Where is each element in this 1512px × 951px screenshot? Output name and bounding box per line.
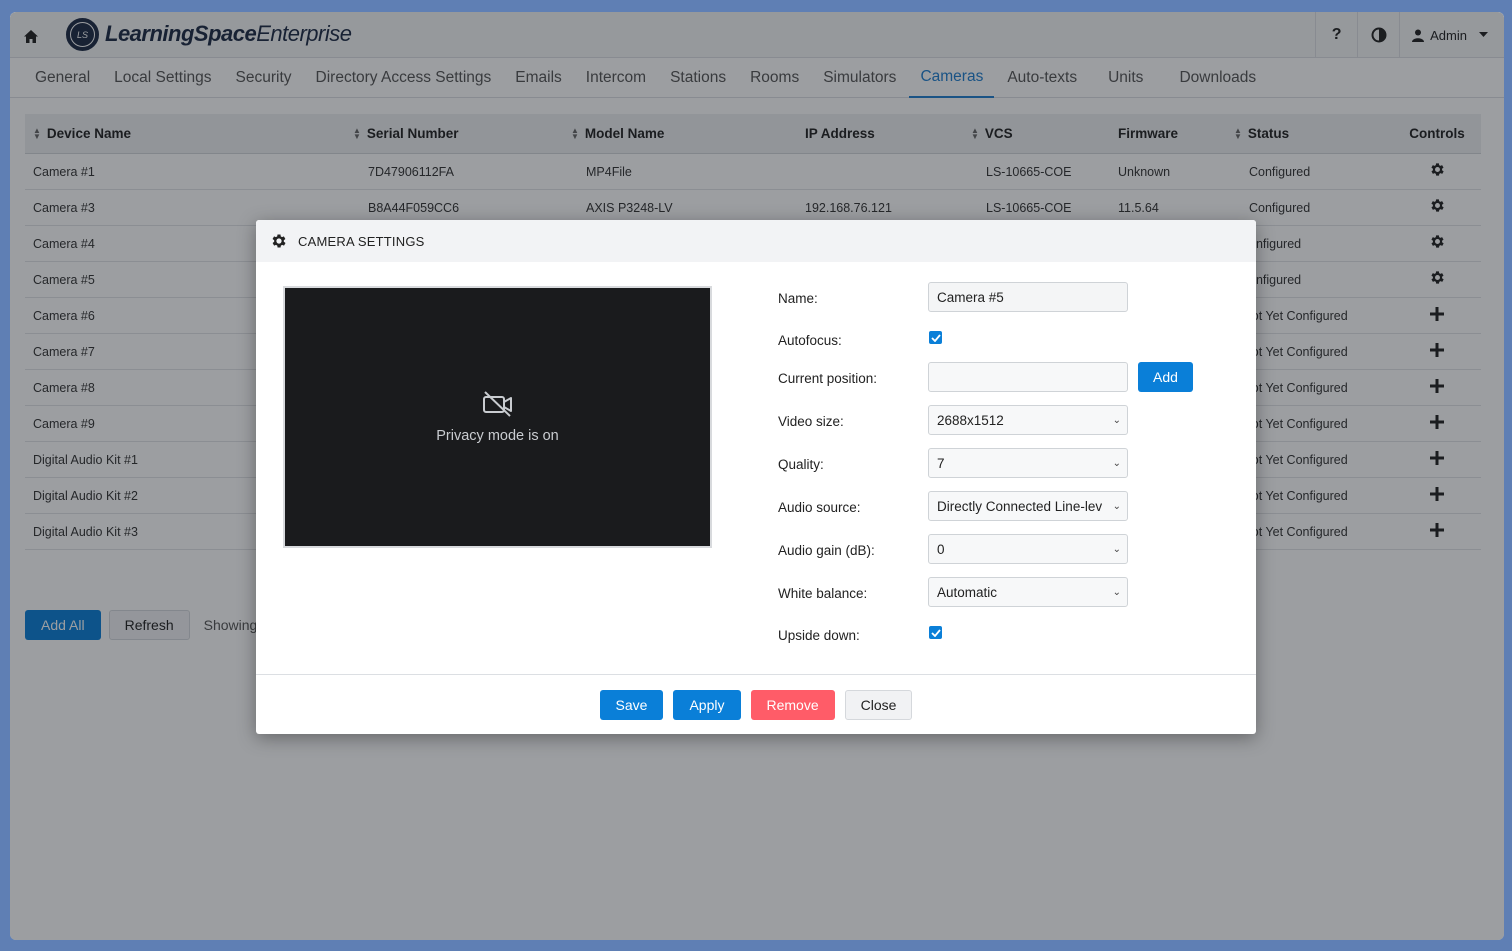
video-size-value: 2688x1512 <box>937 412 1004 428</box>
add-position-button[interactable]: Add <box>1138 362 1193 392</box>
name-input[interactable]: Camera #5 <box>928 282 1128 312</box>
check-icon <box>930 628 941 637</box>
video-off-icon <box>482 391 512 417</box>
chevron-down-icon: ⌄ <box>1112 500 1121 512</box>
field-autofocus-row: Autofocus: <box>778 324 1218 356</box>
field-quality-row: Quality: 7 ⌄ <box>778 448 1218 480</box>
upside-down-label: Upside down: <box>778 627 860 643</box>
quality-select[interactable]: 7 ⌄ <box>928 448 1128 478</box>
name-label: Name: <box>778 290 818 306</box>
close-button[interactable]: Close <box>844 689 913 720</box>
dialog-footer: Save Apply Remove Close <box>256 674 1256 734</box>
current-position-input[interactable] <box>928 362 1128 392</box>
autofocus-checkbox[interactable] <box>929 331 942 344</box>
quality-label: Quality: <box>778 456 824 472</box>
quality-value: 7 <box>937 455 945 471</box>
check-icon <box>930 333 941 342</box>
field-position-row: Current position: Add <box>778 362 1218 394</box>
save-button[interactable]: Save <box>599 689 664 720</box>
gear-icon <box>272 234 286 248</box>
dialog-header: CAMERA SETTINGS <box>256 220 1256 262</box>
audio-gain-select[interactable]: 0 ⌄ <box>928 534 1128 564</box>
audio-source-label: Audio source: <box>778 499 861 515</box>
privacy-mode-text: Privacy mode is on <box>436 428 559 444</box>
field-upside-down-row: Upside down: <box>778 619 1218 651</box>
chevron-down-icon: ⌄ <box>1112 543 1121 555</box>
current-position-label: Current position: <box>778 370 878 386</box>
dialog-title: CAMERA SETTINGS <box>298 233 425 249</box>
app-window: LS LearningSpaceEnterprise ? Admin Gener… <box>10 12 1504 940</box>
video-size-label: Video size: <box>778 413 844 429</box>
field-audio-source-row: Audio source: Directly Connected Line-le… <box>778 491 1218 523</box>
audio-gain-value: 0 <box>937 541 945 557</box>
chevron-down-icon: ⌄ <box>1112 457 1121 469</box>
autofocus-label: Autofocus: <box>778 332 842 348</box>
apply-button[interactable]: Apply <box>673 689 741 720</box>
remove-button[interactable]: Remove <box>750 689 835 720</box>
field-white-balance-row: White balance: Automatic ⌄ <box>778 577 1218 609</box>
field-video-size-row: Video size: 2688x1512 ⌄ <box>778 405 1218 437</box>
upside-down-checkbox[interactable] <box>929 626 942 639</box>
audio-source-value: Directly Connected Line-lev <box>937 498 1103 514</box>
audio-gain-label: Audio gain (dB): <box>778 542 875 558</box>
chevron-down-icon: ⌄ <box>1112 414 1121 426</box>
video-size-select[interactable]: 2688x1512 ⌄ <box>928 405 1128 435</box>
field-name-row: Name: Camera #5 <box>778 282 1218 314</box>
chevron-down-icon: ⌄ <box>1112 586 1121 598</box>
field-audio-gain-row: Audio gain (dB): 0 ⌄ <box>778 534 1218 566</box>
white-balance-value: Automatic <box>937 584 998 600</box>
white-balance-label: White balance: <box>778 585 868 601</box>
white-balance-select[interactable]: Automatic ⌄ <box>928 577 1128 607</box>
audio-source-select[interactable]: Directly Connected Line-lev ⌄ <box>928 491 1128 521</box>
camera-preview: Privacy mode is on <box>283 286 712 548</box>
camera-settings-dialog: CAMERA SETTINGS Privacy mode is on Name:… <box>256 220 1256 734</box>
